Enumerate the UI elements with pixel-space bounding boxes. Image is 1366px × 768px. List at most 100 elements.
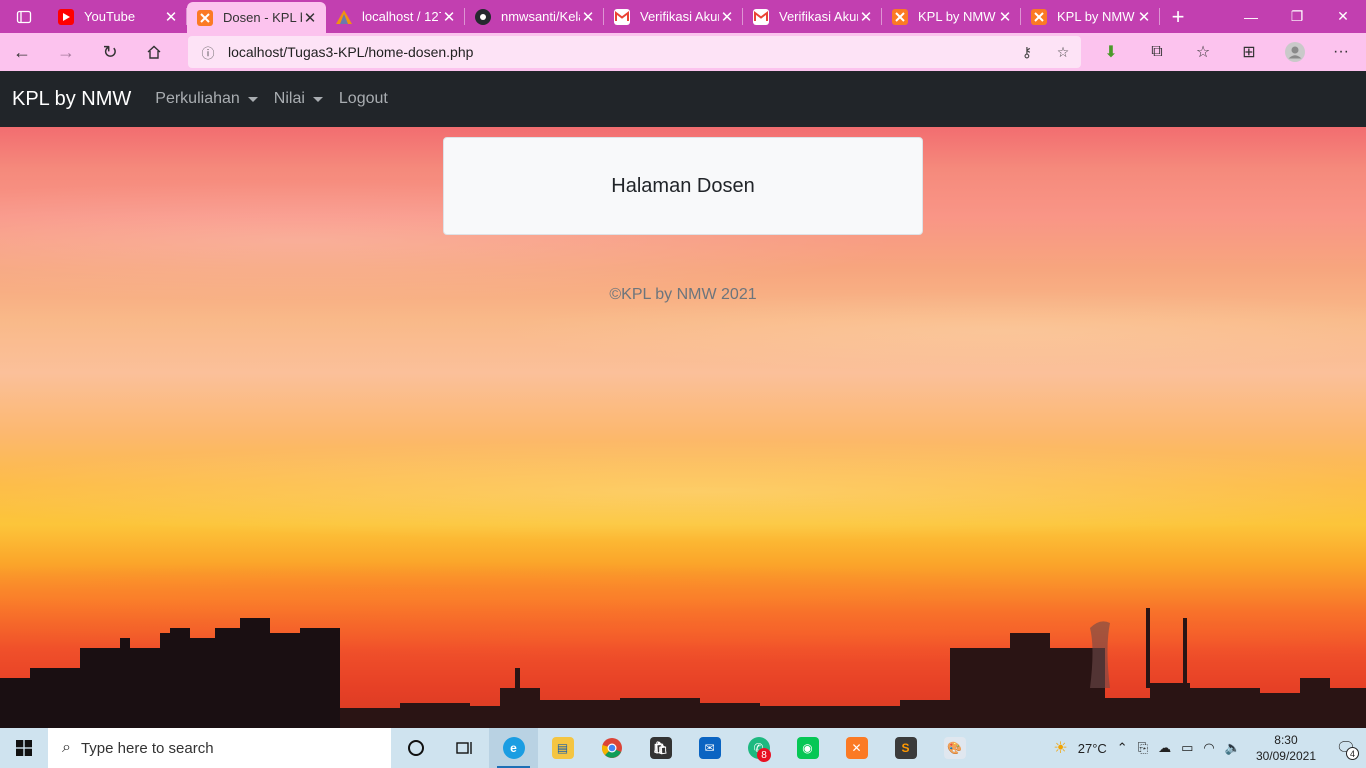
taskbar-xampp[interactable]: ✕ [832,728,881,768]
address-bar[interactable]: ⓘ localhost/Tugas3-KPL/home-dosen.php ⚷ … [188,36,1081,68]
system-tray: ☀ 27°C ⌃ ⎘ ☁ ▭ ◠ 🔈 8:30 30/09/2021 🗨 4 [1048,728,1366,768]
taskbar-sublime[interactable]: S [881,728,930,768]
phpmyadmin-icon [336,9,352,25]
clock-date: 30/09/2021 [1255,749,1316,763]
nav-label: Perkuliahan [155,90,240,107]
restore-button[interactable]: ❐ [1274,0,1320,33]
profile-avatar[interactable] [1272,33,1318,71]
mail-icon: ✉ [698,737,721,759]
chrome-icon [601,738,622,758]
tab-gmail-1[interactable]: Verifikasi Akun ✕ [604,0,743,33]
tab-youtube[interactable]: YouTube ✕ [48,0,187,33]
tab-close-icon[interactable]: ✕ [580,8,596,26]
collections-icon[interactable]: ⊞ [1226,33,1272,71]
tab-title: nmwsanti/Kelas [501,9,580,24]
forward-button[interactable]: → [44,33,88,71]
add-favorite-icon[interactable]: ☆ [1045,44,1081,61]
tab-github[interactable]: nmwsanti/Kelas ✕ [465,0,604,33]
battery-icon[interactable]: ▭ [1176,740,1198,756]
taskbar-search-box[interactable]: ⌕ Type here to search [48,728,391,768]
taskbar-line[interactable]: ◉ [783,728,832,768]
taskbar-chrome[interactable] [587,728,636,768]
footer-copyright: ©KPL by NMW 2021 [609,286,757,303]
taskbar-mail[interactable]: ✉ [685,728,734,768]
navbar-brand[interactable]: KPL by NMW [12,88,131,111]
tab-title: localhost / 127.0.0.1 [362,9,441,24]
refresh-icon: ↻ [102,41,118,62]
tab-title: Verifikasi Akun [640,9,719,24]
taskbar-edge[interactable]: e [489,728,538,768]
notification-count: 4 [1346,747,1359,760]
tab-title: KPL by NMW [1057,9,1135,24]
taskbar-store[interactable]: 🛍 [636,728,685,768]
new-tab-button[interactable]: + [1160,0,1196,33]
xampp-icon [197,9,213,26]
sublime-icon: S [894,737,917,759]
xampp-icon: ✕ [845,737,868,759]
whatsapp-badge: 8 [757,748,771,762]
wifi-icon[interactable]: ◠ [1198,740,1219,756]
start-button[interactable] [0,728,48,768]
nav-nilai-dropdown[interactable]: Nilai [274,90,323,108]
extensions-icon[interactable]: ⧉ [1134,33,1180,71]
volume-icon[interactable]: 🔈 [1220,740,1246,756]
gmail-icon [753,8,769,25]
nav-perkuliahan-dropdown[interactable]: Perkuliahan [155,90,258,108]
tab-kpl-1[interactable]: KPL by NMW ✕ [882,0,1021,33]
tab-phpmyadmin[interactable]: localhost / 127.0.0.1 ✕ [326,0,465,33]
city-skyline-image [0,608,1366,728]
line-icon: ◉ [796,737,819,759]
taskbar-file-explorer[interactable]: ▤ [538,728,587,768]
meet-now-icon[interactable]: ⎘ [1133,740,1153,756]
tab-kpl-2[interactable]: KPL by NMW ✕ [1021,0,1160,33]
close-window-button[interactable]: ✕ [1320,0,1366,33]
tab-title: Dosen - KPL by NMW [223,10,302,25]
gmail-icon [614,8,630,25]
tab-close-icon[interactable]: ✕ [997,8,1013,26]
cortana-icon [407,740,424,756]
extensions-area: ⬇ ⧉ ☆ ⊞ ··· [1088,33,1364,71]
site-navbar: KPL by NMW Perkuliahan Nilai Logout [0,71,1366,127]
caret-down-icon [312,96,323,102]
tab-gmail-2[interactable]: Verifikasi Akun ✕ [743,0,882,33]
refresh-button[interactable]: ↻ [88,33,132,71]
favorites-icon[interactable]: ☆ [1180,33,1226,71]
clock[interactable]: 8:30 30/09/2021 [1246,732,1326,764]
url-text[interactable]: localhost/Tugas3-KPL/home-dosen.php [228,44,1009,60]
paint-icon: 🎨 [943,737,966,759]
tab-close-icon[interactable]: ✕ [441,8,457,26]
github-icon [475,8,491,25]
taskbar-paint[interactable]: 🎨 [930,728,979,768]
browser-tabstrip: YouTube ✕ Dosen - KPL by NMW ✕ localhost… [0,0,1366,33]
tab-close-icon[interactable]: ✕ [858,8,874,26]
tab-close-icon[interactable]: ✕ [163,8,179,26]
key-icon[interactable]: ⚷ [1009,44,1045,61]
weather-icon[interactable]: ☀ [1048,738,1072,758]
tab-close-icon[interactable]: ✕ [302,9,318,27]
tab-dosen[interactable]: Dosen - KPL by NMW ✕ [187,2,326,33]
home-icon [147,45,161,59]
weather-temp[interactable]: 27°C [1073,741,1112,756]
chevron-up-icon[interactable]: ⌃ [1112,740,1133,756]
download-extension-icon[interactable]: ⬇ [1088,33,1134,71]
info-icon[interactable]: ⓘ [188,43,228,62]
tab-actions-button[interactable] [0,0,48,33]
minimize-button[interactable]: — [1228,0,1274,33]
task-view-button[interactable] [440,728,489,768]
search-icon: ⌕ [62,739,71,756]
plus-icon: + [1171,3,1185,29]
nav-logout-link[interactable]: Logout [339,90,388,108]
tab-title: KPL by NMW [918,9,996,24]
tab-close-icon[interactable]: ✕ [719,8,735,26]
more-menu-icon[interactable]: ··· [1318,33,1364,71]
welcome-card: Halaman Dosen [443,137,923,235]
cortana-button[interactable] [391,728,440,768]
tab-actions-icon [16,10,32,23]
onedrive-icon[interactable]: ☁ [1153,740,1176,756]
notification-center-button[interactable]: 🗨 4 [1326,728,1366,768]
windows-taskbar: ⌕ Type here to search e ▤ 🛍 ✉ ✆ 8 ◉ ✕ S 🎨… [0,728,1366,768]
taskbar-whatsapp[interactable]: ✆ 8 [734,728,783,768]
back-button[interactable]: ← [0,33,44,71]
home-button[interactable] [132,33,176,71]
tab-close-icon[interactable]: ✕ [1136,8,1152,26]
